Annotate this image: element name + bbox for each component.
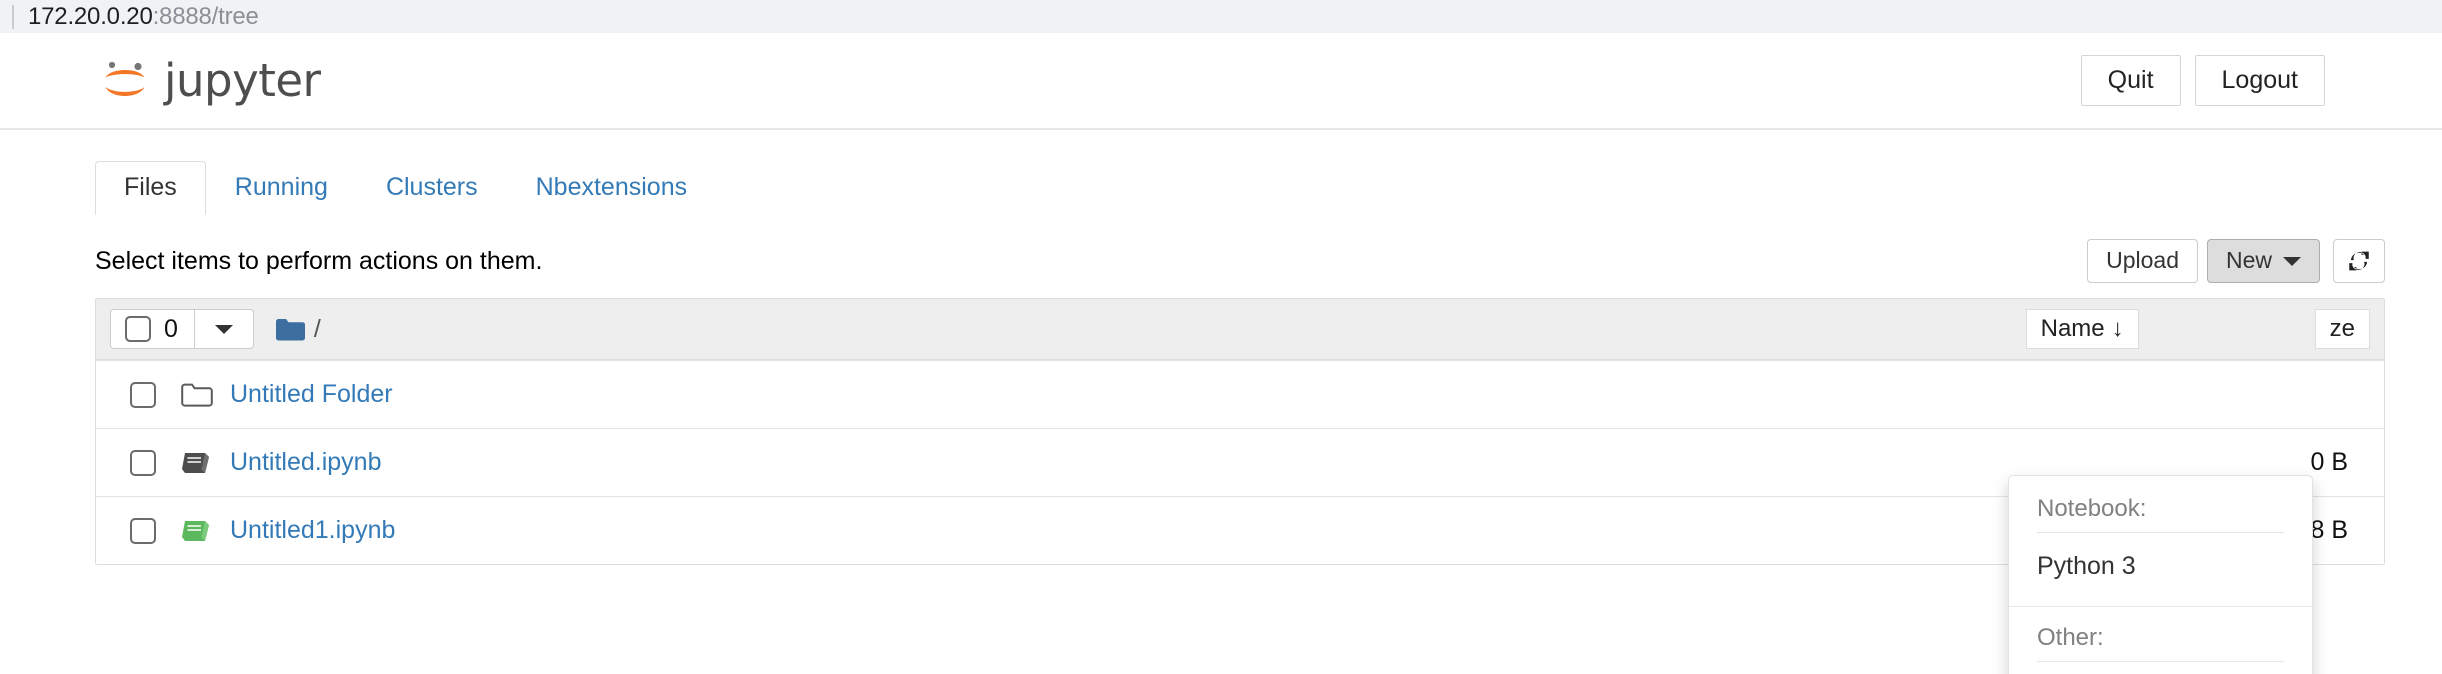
file-size: 8 B: [2310, 516, 2348, 544]
select-all-group: 0: [110, 309, 254, 349]
chevron-down-icon: [214, 324, 233, 334]
folder-icon: [275, 318, 305, 340]
arrow-down-icon: ↓: [2111, 314, 2124, 342]
new-button-label: New: [2225, 247, 2272, 274]
divider: [2009, 606, 2312, 607]
url-host: 172.20.0.20: [28, 2, 153, 30]
actions-toolbar: Select items to perform actions on them.…: [95, 237, 2385, 285]
breadcrumb: /: [275, 315, 321, 344]
tab-nbextensions[interactable]: Nbextensions: [507, 161, 716, 215]
row-checkbox[interactable]: [130, 449, 156, 476]
file-name-link[interactable]: Untitled Folder: [230, 380, 393, 409]
menu-item-text-file[interactable]: Text File: [2009, 668, 2312, 674]
refresh-button[interactable]: [2333, 239, 2385, 283]
url-cursor: [12, 4, 14, 29]
notebook-running-icon: [180, 516, 214, 546]
new-dropdown-button[interactable]: New: [2206, 239, 2320, 283]
tab-files[interactable]: Files: [95, 161, 206, 215]
select-all-checkbox[interactable]: [125, 316, 151, 342]
file-list-header: 0 / Name ↓ ze: [96, 299, 2384, 360]
app-header: jupyter Quit Logout: [0, 33, 2442, 130]
jupyter-logo[interactable]: jupyter: [98, 54, 321, 108]
tab-clusters[interactable]: Clusters: [357, 161, 507, 215]
refresh-icon: [2349, 251, 2369, 271]
sort-size-label: ze: [2329, 314, 2355, 342]
file-name-link[interactable]: Untitled.ipynb: [230, 448, 381, 477]
url-text: 172.20.0.20:8888/tree: [28, 3, 259, 31]
browser-url-bar[interactable]: 172.20.0.20:8888/tree: [0, 0, 2442, 33]
logout-button[interactable]: Logout: [2194, 55, 2325, 106]
folder-outline-icon: [181, 383, 213, 407]
divider: [2037, 661, 2284, 662]
select-options-dropdown[interactable]: [194, 309, 254, 349]
chevron-down-icon: [2283, 256, 2301, 266]
sort-controls: Name ↓ ze: [2025, 308, 2370, 350]
notebook-book-running-icon: [182, 520, 209, 541]
new-dropdown-menu: Notebook: Python 3 Other: Text File Fold…: [2008, 475, 2313, 674]
select-items-message: Select items to perform actions on them.: [95, 246, 543, 275]
sort-by-name-button[interactable]: Name ↓: [2025, 308, 2139, 350]
quit-button[interactable]: Quit: [2080, 55, 2181, 106]
tab-running[interactable]: Running: [206, 161, 357, 215]
dropdown-section-header-notebook: Notebook:: [2037, 495, 2147, 522]
file-size: 0 B: [2310, 448, 2348, 476]
file-name-link[interactable]: Untitled1.ipynb: [230, 516, 395, 545]
notebook-book-icon: [182, 452, 209, 473]
table-row[interactable]: Untitled Folder: [96, 360, 2384, 428]
row-checkbox[interactable]: [130, 381, 156, 408]
breadcrumb-root[interactable]: /: [314, 315, 321, 344]
toolbar-buttons: Upload New: [2087, 239, 2385, 283]
selected-count: 0: [164, 314, 178, 343]
main-content: Files Running Clusters Nbextensions Sele…: [0, 161, 2442, 674]
divider: [2037, 532, 2284, 533]
folder-icon: [180, 380, 214, 410]
url-path: :8888/tree: [152, 2, 259, 30]
select-all-button[interactable]: 0: [110, 309, 195, 349]
sort-by-size-button[interactable]: ze: [2314, 308, 2370, 350]
jupyter-logo-icon: [105, 61, 145, 96]
jupyter-logo-text: jupyter: [164, 54, 321, 107]
row-checkbox[interactable]: [130, 517, 156, 544]
dropdown-section-header-other: Other:: [2037, 624, 2104, 651]
tab-bar: Files Running Clusters Nbextensions: [95, 161, 2365, 215]
menu-item-python-3[interactable]: Python 3: [2009, 539, 2312, 593]
header-actions: Quit Logout: [2080, 55, 2382, 106]
sort-name-label: Name: [2040, 314, 2105, 342]
upload-button[interactable]: Upload: [2087, 239, 2198, 283]
notebook-icon: [180, 448, 214, 478]
